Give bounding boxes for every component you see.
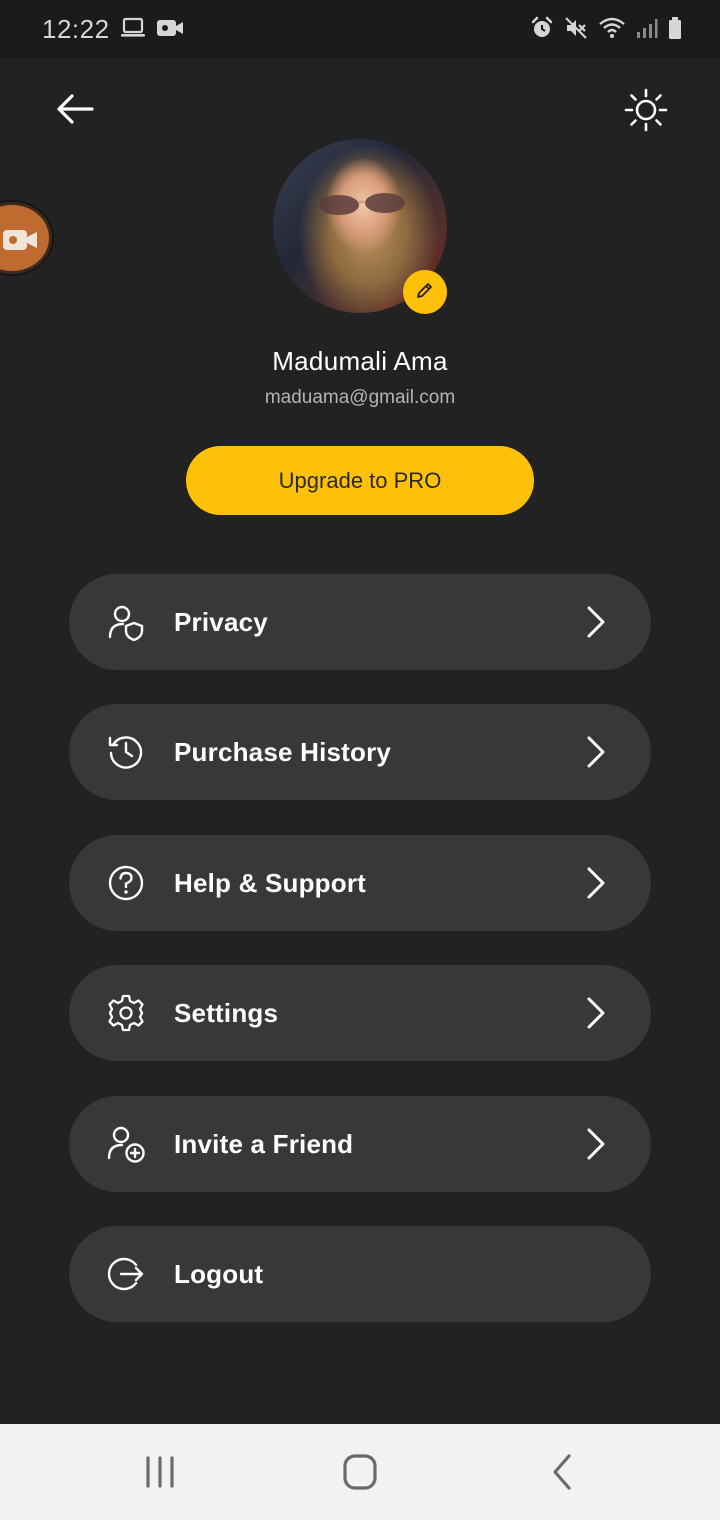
theme-toggle-button[interactable] [624, 88, 668, 132]
laptop-icon [120, 17, 146, 44]
user-plus-icon [107, 1125, 145, 1163]
menu-item-privacy[interactable]: Privacy [69, 574, 651, 670]
sun-icon [624, 88, 668, 136]
logout-icon [107, 1255, 145, 1293]
chevron-right-icon [585, 734, 607, 770]
chevron-right-icon [585, 995, 607, 1031]
menu-item-label: Invite a Friend [174, 1129, 354, 1159]
back-nav-icon [540, 1454, 584, 1496]
menu-item-purchase-history[interactable]: Purchase History [69, 704, 651, 800]
video-camera-icon [3, 227, 41, 258]
chevron-right-icon [585, 865, 607, 901]
menu-item-logout[interactable]: Logout [69, 1226, 651, 1322]
menu-item-invite-friend[interactable]: Invite a Friend [69, 1096, 651, 1192]
menu-item-settings[interactable]: Settings [69, 965, 651, 1061]
gear-icon [107, 994, 145, 1032]
video-camera-icon [156, 17, 184, 44]
signal-icon [636, 17, 658, 44]
history-icon [107, 733, 145, 771]
avatar-photo [319, 193, 405, 215]
menu-item-label: Help & Support [174, 868, 367, 898]
chevron-right-icon [585, 1126, 607, 1162]
home-icon [338, 1454, 382, 1496]
edit-avatar-button[interactable] [403, 270, 447, 314]
status-time: 12:22 [42, 14, 110, 44]
menu-item-label: Privacy [174, 607, 268, 637]
pencil-icon [415, 280, 435, 305]
help-circle-icon [107, 864, 145, 902]
system-back-button[interactable] [540, 1452, 584, 1492]
chevron-right-icon [585, 604, 607, 640]
user-shield-icon [107, 603, 145, 642]
back-button[interactable] [52, 88, 98, 130]
status-right-icons [530, 16, 682, 45]
screen-recorder-bubble[interactable] [0, 202, 52, 274]
menu-item-help-support[interactable]: Help & Support [69, 835, 651, 931]
profile-email: maduama@gmail.com [264, 387, 456, 408]
battery-icon [668, 16, 682, 45]
profile-name: Madumali Ama [272, 346, 448, 376]
menu-item-label: Settings [174, 998, 279, 1028]
arrow-left-icon [52, 94, 98, 134]
status-left-icons [120, 17, 184, 44]
menu-item-label: Logout [174, 1259, 264, 1289]
wifi-icon [598, 16, 626, 45]
home-button[interactable] [338, 1452, 382, 1492]
status-bar: 12:22 [0, 0, 720, 58]
alarm-icon [530, 16, 554, 45]
profile-screen: 12:22 Madumali Ama maduama@gmail.com Upg… [0, 0, 720, 1520]
upgrade-to-pro-button[interactable]: Upgrade to PRO [186, 446, 534, 515]
recent-apps-button[interactable] [138, 1452, 182, 1492]
system-nav-bar [0, 1424, 720, 1520]
mute-icon [564, 16, 588, 45]
menu-item-label: Purchase History [174, 737, 392, 767]
recent-apps-icon [138, 1456, 182, 1496]
